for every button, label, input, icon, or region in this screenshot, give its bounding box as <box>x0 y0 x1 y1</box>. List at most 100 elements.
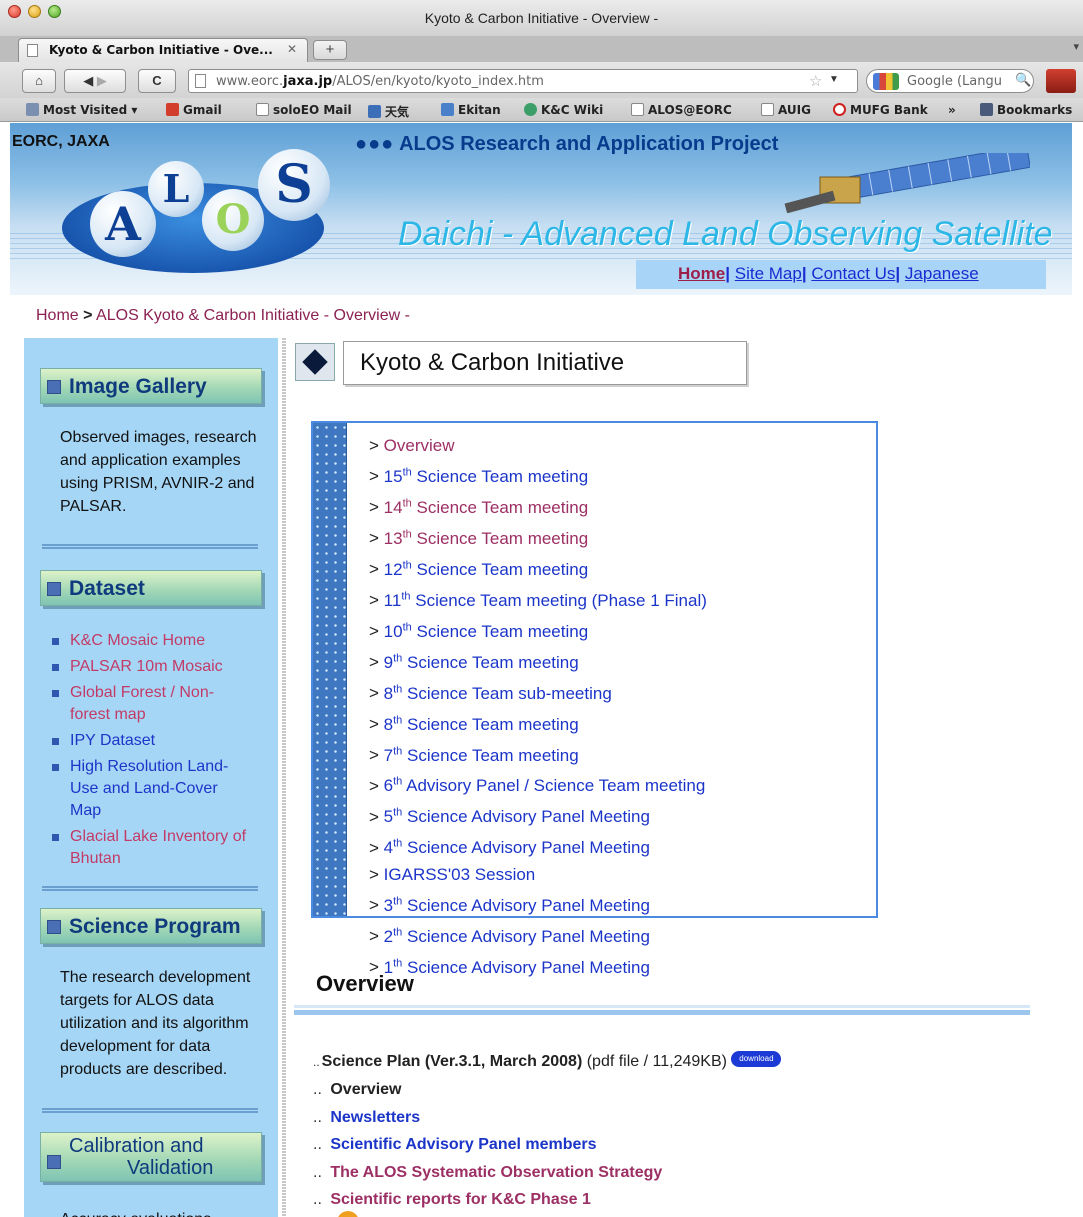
meeting-number: 7 <box>383 745 394 765</box>
meeting-number: 2 <box>383 926 394 946</box>
meeting-list-item: > 8th Science Team sub-meeting <box>369 676 707 707</box>
address-bar[interactable]: www.eorc.jaxa.jp/ALOS/en/kyoto/kyoto_ind… <box>188 69 858 93</box>
meeting-link[interactable]: 5th Science Advisory Panel Meeting <box>384 806 650 827</box>
sidebar-heading-dataset[interactable]: Dataset <box>40 570 262 606</box>
sidebar-heading-science-program[interactable]: Science Program <box>40 908 262 944</box>
sidebar-heading-label: Calibration and Validation <box>69 1135 214 1179</box>
bookmark-ekitan[interactable]: Ekitan <box>441 103 501 117</box>
bookmark-most-visited[interactable]: Most Visited ▾ <box>26 103 137 117</box>
breadcrumb-home-link[interactable]: Home <box>36 307 79 324</box>
tab-close-icon[interactable]: ✕ <box>287 42 297 56</box>
meeting-ordinal-suffix: th <box>401 590 411 603</box>
dataset-link-glacial-lake[interactable]: Glacial Lake Inventory of Bhutan <box>70 826 260 870</box>
meeting-title: Science Team meeting <box>416 466 589 486</box>
back-icon[interactable]: ◀ <box>83 73 93 88</box>
newsletters-link[interactable]: Newsletters <box>330 1109 420 1126</box>
meeting-number: 11 <box>383 590 402 610</box>
meeting-link[interactable]: IGARSS'03 Session <box>384 865 536 884</box>
list-item: IPY Dataset <box>50 730 270 752</box>
observation-strategy-link[interactable]: The ALOS Systematic Observation Strategy <box>330 1164 662 1181</box>
section-title: Kyoto & Carbon Initiative <box>295 341 747 385</box>
meeting-link[interactable]: Overview <box>384 436 455 455</box>
meeting-link[interactable]: 3th Science Advisory Panel Meeting <box>384 895 650 915</box>
meeting-ordinal-suffix: th <box>393 652 403 665</box>
meeting-link[interactable]: 10th Science Team meeting <box>384 621 589 641</box>
meeting-link[interactable]: 2th Science Advisory Panel Meeting <box>383 926 650 946</box>
meeting-link[interactable]: 8th Science Team meeting <box>384 713 579 734</box>
tab-list-icon[interactable]: ▾ <box>1073 40 1079 53</box>
search-box[interactable]: Google (Langu 🔍 <box>866 69 1034 93</box>
bookmark-weather[interactable]: 天気 <box>368 103 409 120</box>
search-input[interactable]: Google (Langu <box>907 74 1002 89</box>
dataset-link-kc-mosaic[interactable]: K&C Mosaic Home <box>70 632 205 649</box>
meeting-title: Science Team meeting <box>416 621 589 641</box>
meeting-link[interactable]: 1th Science Advisory Panel Meeting <box>384 957 650 977</box>
bookmarks-menu[interactable]: Bookmarks <box>980 103 1072 117</box>
page-icon <box>761 103 774 116</box>
bookmark-gmail[interactable]: Gmail <box>166 103 222 117</box>
meeting-title: Science Advisory Panel Meeting <box>407 838 650 858</box>
dataset-link-ipy[interactable]: IPY Dataset <box>70 732 155 749</box>
bookmark-soloeo-mail[interactable]: soloEO Mail <box>256 103 352 117</box>
chevron-right-icon: > <box>369 683 384 703</box>
list-item: K&C Mosaic Home <box>50 630 270 652</box>
home-icon[interactable]: ⌂ <box>22 69 56 93</box>
search-icon[interactable]: 🔍 <box>1015 72 1031 88</box>
breadcrumb-current: ALOS Kyoto & Carbon Initiative - Overvie… <box>96 307 410 324</box>
phase1-reports-link[interactable]: Scientific reports for K&C Phase 1 <box>330 1191 591 1208</box>
meeting-ordinal-suffix: th <box>393 806 403 819</box>
reload-icon[interactable]: C <box>138 69 176 93</box>
sidebar-heading-image-gallery[interactable]: Image Gallery <box>40 368 262 404</box>
sidebar-heading-calibration[interactable]: Calibration and Validation <box>40 1132 262 1182</box>
dataset-link-forest-map[interactable]: Global Forest / Non-forest map <box>70 682 220 726</box>
site-icon <box>195 74 206 88</box>
meeting-list-item: > 7th Science Team meeting <box>369 738 707 769</box>
dataset-link-land-cover[interactable]: High Resolution Land-Use and Land-Cover … <box>70 756 230 822</box>
advisory-panel-members-link[interactable]: Scientific Advisory Panel members <box>330 1136 596 1153</box>
browser-tab[interactable]: Kyoto & Carbon Initiative - Ove... ✕ <box>18 38 308 62</box>
meeting-link[interactable]: 13th Science Team meeting <box>384 528 589 548</box>
bullet-icon <box>52 834 59 841</box>
meeting-link[interactable]: 6th Advisory Panel / Science Team meetin… <box>384 776 706 796</box>
search-engine-icon[interactable] <box>873 73 899 90</box>
addon-icon[interactable] <box>1046 69 1076 93</box>
calibration-description: Accuracy evaluations <box>60 1208 260 1217</box>
meeting-link[interactable]: 9th Science Team meeting <box>384 652 579 672</box>
bookmark-star-icon[interactable]: ☆ <box>809 72 822 90</box>
meeting-ordinal-suffix: th <box>402 528 412 541</box>
nav-contact-link[interactable]: Contact Us <box>811 264 895 283</box>
bookmark-mufg-bank[interactable]: MUFG Bank <box>833 103 928 117</box>
nav-site-map-link[interactable]: Site Map <box>735 264 802 283</box>
nav-japanese-link[interactable]: Japanese <box>905 264 979 283</box>
meeting-link[interactable]: 14th Science Team meeting <box>384 497 589 517</box>
meeting-link[interactable]: 7th Science Team meeting <box>383 744 579 765</box>
science-plan-link[interactable]: Science Plan (Ver.3.1, March 2008) <box>322 1053 583 1070</box>
meeting-link[interactable]: 4th Science Advisory Panel Meeting <box>384 838 650 858</box>
bookmark-auig[interactable]: AUIG <box>761 103 811 117</box>
url-text[interactable]: www.eorc.jaxa.jp/ALOS/en/kyoto/kyoto_ind… <box>216 74 544 89</box>
meeting-link[interactable]: 11th Science Team meeting (Phase 1 Final… <box>383 590 707 610</box>
meeting-link[interactable]: 15th Science Team meeting <box>384 466 589 486</box>
meeting-link[interactable]: 12th Science Team meeting <box>384 559 589 579</box>
nav-home-link[interactable]: Home <box>678 264 725 283</box>
dataset-link-palsar-mosaic[interactable]: PALSAR 10m Mosaic <box>70 658 223 675</box>
url-dropdown-icon[interactable]: ▼ <box>829 74 839 85</box>
chevron-right-icon: > <box>369 652 384 672</box>
page-title: Kyoto & Carbon Initiative <box>360 349 625 376</box>
meeting-list-item: > 8th Science Team meeting <box>369 707 707 738</box>
square-bullet-icon <box>47 380 61 394</box>
back-forward-buttons[interactable]: ◀ ▶ <box>64 69 126 93</box>
meeting-ordinal-suffix: th <box>393 744 403 757</box>
page-icon <box>256 103 269 116</box>
download-icon[interactable]: download <box>731 1051 782 1067</box>
meeting-ordinal-suffix: th <box>402 559 412 572</box>
chevron-right-icon: > <box>369 466 384 486</box>
list-item: .. Overview <box>313 1076 781 1103</box>
bookmark-kc-wiki[interactable]: K&C Wiki <box>524 103 603 117</box>
forward-icon[interactable]: ▶ <box>97 73 107 88</box>
bookmark-alos-eorc[interactable]: ALOS@EORC <box>631 103 732 117</box>
bookmarks-overflow[interactable]: » <box>948 103 956 117</box>
meeting-link[interactable]: 8th Science Team sub-meeting <box>384 683 612 703</box>
meeting-ordinal-suffix: th <box>393 713 403 726</box>
new-tab-button[interactable]: + <box>313 40 347 60</box>
